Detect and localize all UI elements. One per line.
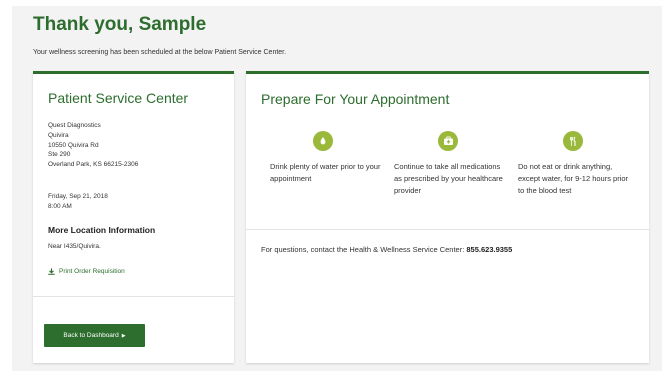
- appointment-datetime: Friday, Sep 21, 2018 8:00 AM: [48, 192, 108, 212]
- patient-service-center-card: Patient Service Center Quest Diagnostics…: [33, 71, 234, 363]
- tips-row: Drink plenty of water prior to your appo…: [260, 131, 640, 221]
- tip-text: Drink plenty of water prior to your appo…: [270, 162, 381, 183]
- download-icon: [48, 268, 55, 275]
- prepare-heading: Prepare For Your Appointment: [261, 91, 450, 107]
- address-line: Ste 290: [48, 151, 71, 159]
- utensils-icon: [563, 131, 583, 151]
- back-to-dashboard-button[interactable]: Back to Dashboard ▶: [44, 324, 145, 347]
- caret-right-icon: ▶: [121, 332, 126, 339]
- location-note: Near I435/Quivira.: [48, 243, 101, 250]
- prepare-appointment-card: Prepare For Your Appointment Drink plent…: [246, 71, 649, 363]
- address-line: 10550 Quivira Rd: [48, 141, 99, 149]
- divider: [33, 296, 234, 297]
- tip-text: Continue to take all medications as pres…: [394, 162, 503, 195]
- contact-text: For questions, contact the Health & Well…: [261, 245, 465, 254]
- page-subtitle: Your wellness screening has been schedul…: [33, 49, 287, 56]
- contact-phone[interactable]: 855.623.9355: [466, 245, 512, 254]
- psc-address: Quest Diagnostics Quivira 10550 Quivira …: [48, 121, 138, 170]
- tip-text: Do not eat or drink anything, except wat…: [518, 162, 629, 195]
- print-link-label: Print Order Requisition: [59, 268, 125, 275]
- psc-heading: Patient Service Center: [48, 90, 189, 106]
- print-order-requisition-link[interactable]: Print Order Requisition: [48, 268, 125, 275]
- medical-kit-icon: [438, 131, 458, 151]
- appointment-date: Friday, Sep 21, 2018: [48, 193, 108, 200]
- more-location-info-heading: More Location Information: [48, 225, 156, 235]
- address-line: Overland Park, KS 66215-2306: [48, 161, 139, 169]
- back-button-label: Back to Dashboard: [63, 332, 119, 339]
- appointment-time: 8:00 AM: [48, 202, 72, 210]
- divider: [246, 229, 649, 230]
- address-line: Quest Diagnostics: [48, 122, 101, 129]
- contact-info: For questions, contact the Health & Well…: [261, 245, 512, 254]
- water-drop-icon: [313, 131, 333, 151]
- address-line: Quivira: [48, 131, 69, 139]
- page-title: Thank you, Sample: [33, 14, 207, 35]
